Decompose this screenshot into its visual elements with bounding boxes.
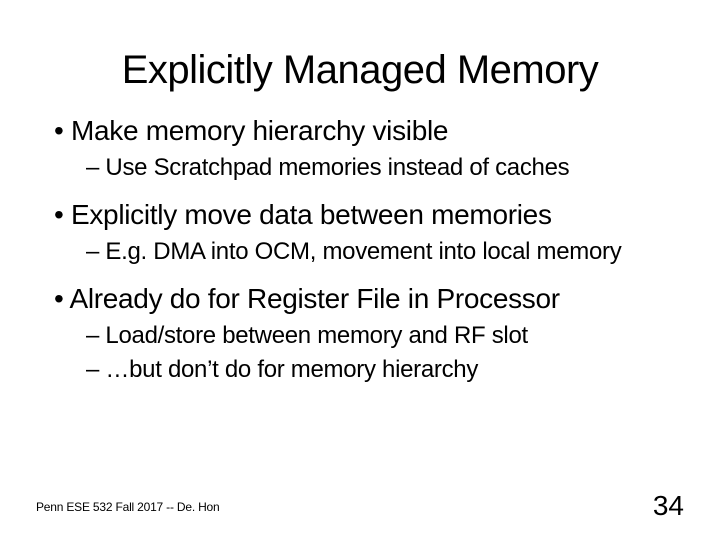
bullet-group: Make memory hierarchy visible Use Scratc… (54, 113, 680, 183)
bullet-level1: Make memory hierarchy visible (54, 113, 680, 148)
bullet-level2: …but don’t do for memory hierarchy (86, 356, 680, 385)
bullet-level1: Explicitly move data between memories (54, 197, 680, 232)
bullet-group: Explicitly move data between memories E.… (54, 197, 680, 267)
slide-number: 34 (653, 490, 684, 522)
slide-title: Explicitly Managed Memory (0, 0, 720, 113)
slide: Explicitly Managed Memory Make memory hi… (0, 0, 720, 540)
bullet-level2: E.g. DMA into OCM, movement into local m… (86, 238, 680, 267)
bullet-text: …but don’t do for memory hierarchy (105, 356, 478, 383)
footer-left: Penn ESE 532 Fall 2017 -- De. Hon (36, 500, 220, 514)
bullet-text: Already do for Register File in Processo… (69, 283, 559, 314)
bullet-text: Load/store between memory and RF slot (105, 322, 527, 349)
bullet-text: Make memory hierarchy visible (71, 115, 448, 146)
bullet-level1: Already do for Register File in Processo… (54, 281, 680, 316)
bullet-level2: Use Scratchpad memories instead of cache… (86, 154, 680, 183)
bullet-text: Use Scratchpad memories instead of cache… (105, 154, 569, 181)
bullet-group: Already do for Register File in Processo… (54, 281, 680, 386)
slide-body: Make memory hierarchy visible Use Scratc… (0, 113, 720, 385)
bullet-level2: Load/store between memory and RF slot (86, 322, 680, 351)
bullet-text: Explicitly move data between memories (71, 199, 552, 230)
bullet-text: E.g. DMA into OCM, movement into local m… (105, 238, 621, 265)
